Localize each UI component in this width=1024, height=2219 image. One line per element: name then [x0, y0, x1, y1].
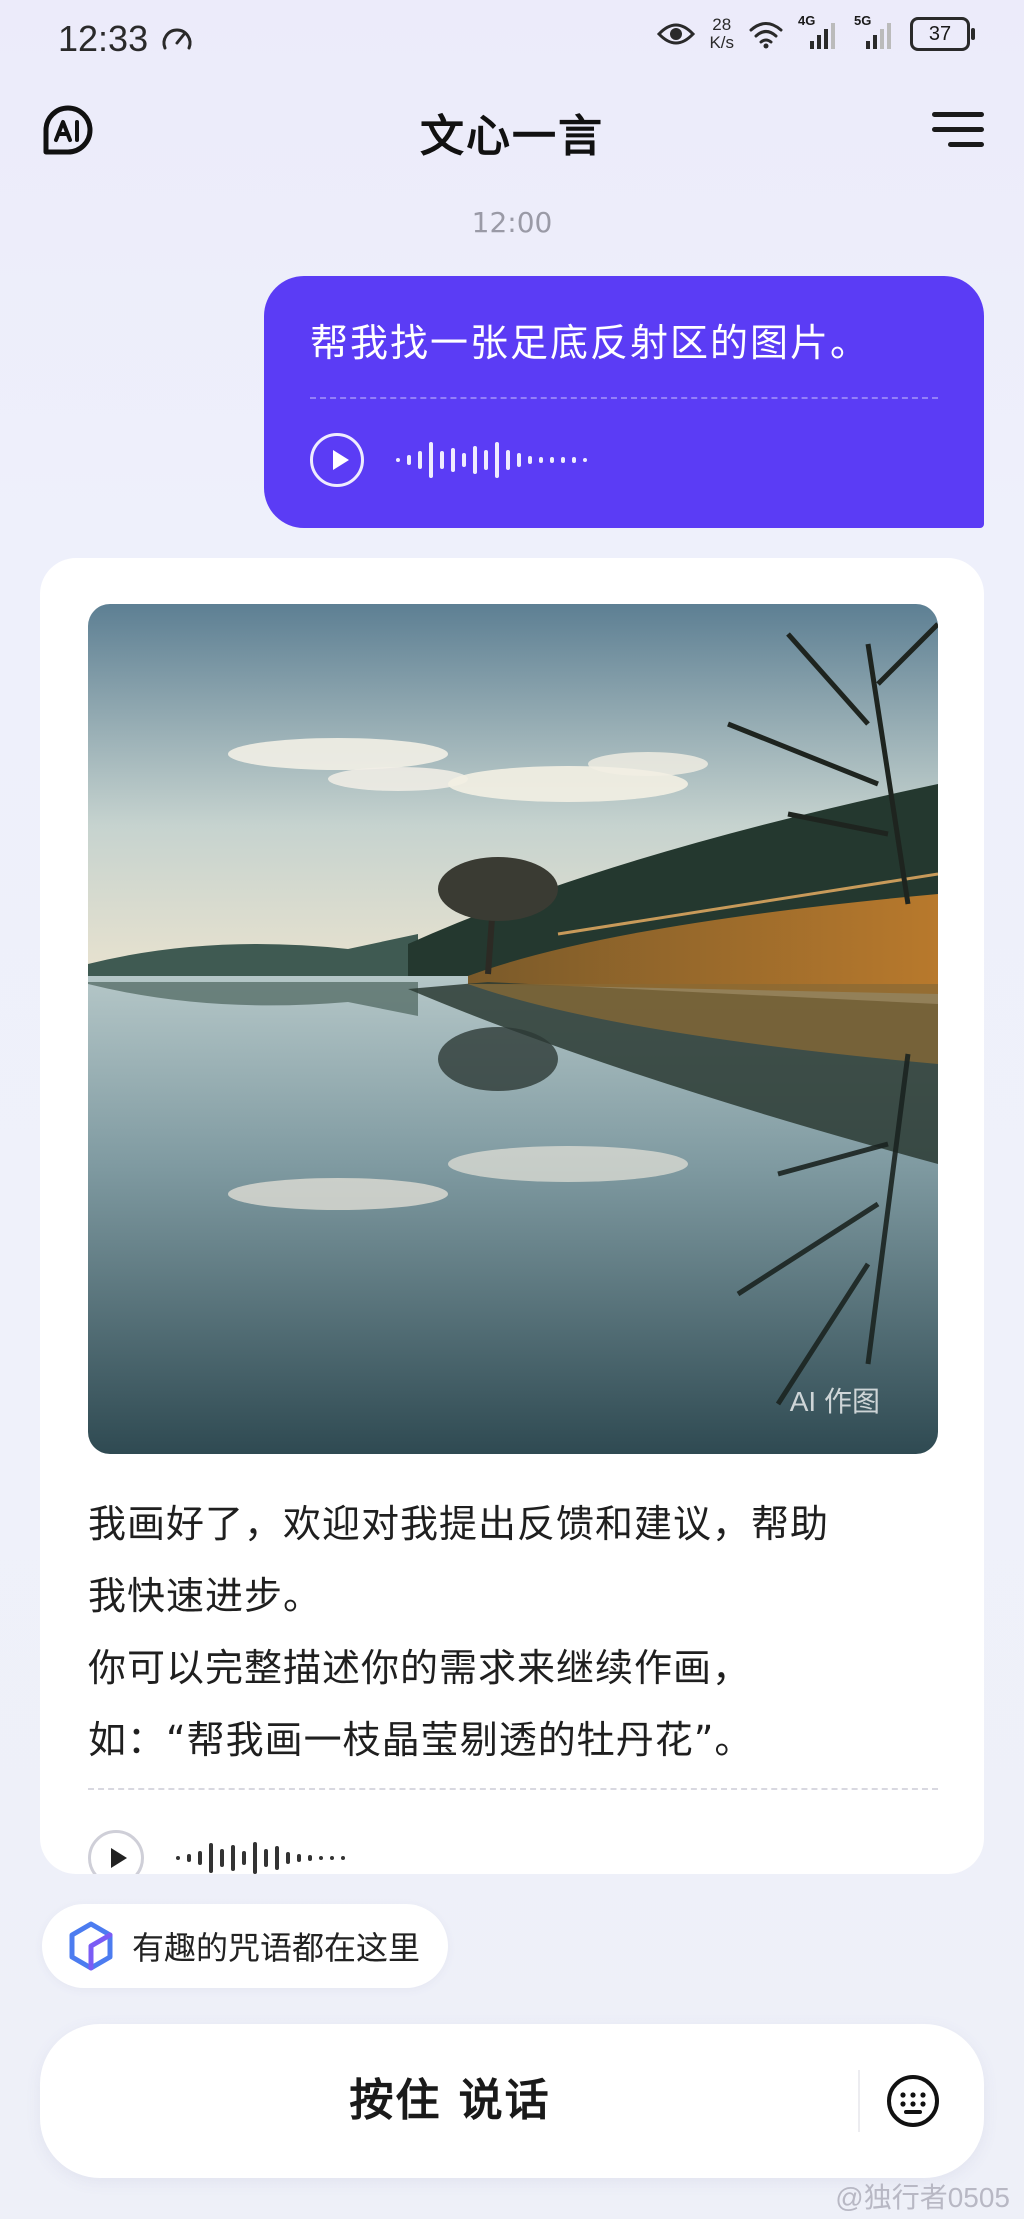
- waveform-bar: [275, 1846, 279, 1870]
- waveform-bar: [484, 450, 488, 470]
- waveform-bar: [209, 1843, 213, 1873]
- eye-icon: [657, 23, 696, 45]
- user-audio-player[interactable]: [310, 433, 938, 487]
- waveform-bar: [396, 458, 400, 462]
- waveform-bar: [264, 1849, 268, 1867]
- lake-landscape-illustration: [88, 604, 938, 1454]
- waveform-bar: [286, 1852, 290, 1864]
- menu-icon[interactable]: [932, 110, 984, 150]
- waveform-bar: [517, 453, 521, 467]
- ai-image-badge: AI 作图: [789, 1386, 880, 1417]
- waveform-bar: [473, 446, 477, 474]
- waveform-bar: [451, 448, 455, 472]
- waveform-bar: [506, 450, 510, 470]
- ai-reply-line: 我画好了，欢迎对我提出反馈和建议，帮助: [88, 1502, 830, 1546]
- ai-reply-line: 你可以完整描述你的需求来继续作画，: [88, 1646, 752, 1690]
- status-time: 12:33: [58, 18, 149, 59]
- waveform-bar: [330, 1856, 334, 1860]
- hold-to-talk-button[interactable]: 按住 说话: [40, 2024, 860, 2178]
- suggestion-chip-label: 有趣的咒语都在这里: [132, 1929, 421, 1967]
- waveform-bar: [253, 1842, 257, 1874]
- ai-audio-player[interactable]: [88, 1830, 345, 1874]
- waveform-bar: [341, 1856, 345, 1860]
- ai-reply-line: 如：“帮我画一枝晶莹剔透的牡丹花”。: [88, 1718, 754, 1762]
- signal-4g-icon: 4G: [798, 13, 840, 51]
- waveform-bar: [187, 1854, 191, 1862]
- ai-reply-line: 我快速进步。: [88, 1574, 323, 1618]
- waveform-bar: [242, 1851, 246, 1865]
- waveform-bar: [308, 1855, 312, 1861]
- waveform-bar: [561, 457, 565, 463]
- network-speed: 28 K/s: [709, 15, 734, 52]
- waveform-bar: [418, 451, 422, 469]
- ai-response-card: AI 作图 我画好了，欢迎对我提出反馈和建议，帮助 我快速进步。 你可以完整描述…: [40, 558, 984, 1874]
- suggestion-chip[interactable]: 有趣的咒语都在这里: [42, 1904, 449, 1988]
- waveform-bar: [572, 457, 576, 463]
- speed-gauge-icon: [162, 28, 192, 50]
- waveform-bar: [583, 458, 587, 462]
- generated-image[interactable]: AI 作图: [88, 604, 938, 1454]
- input-bar: 按住 说话: [40, 2024, 984, 2178]
- waveform-bar: [407, 455, 411, 465]
- waveform-bar: [462, 453, 466, 467]
- waveform-bar: [550, 457, 554, 463]
- waveform-bar: [429, 442, 433, 478]
- waveform-bar: [231, 1845, 235, 1871]
- waveform-bar: [176, 1856, 180, 1860]
- waveform-bar: [297, 1854, 301, 1862]
- input-bar-separator: [858, 2070, 860, 2132]
- message-timestamp: 12:00: [471, 206, 553, 239]
- status-indicators: 28 K/s 4G 5G 37: [657, 13, 975, 52]
- audio-waveform: [396, 442, 587, 478]
- page-title: 文心一言: [420, 111, 604, 162]
- ai-reply-text: 我画好了，欢迎对我提出反馈和建议，帮助 我快速进步。 你可以完整描述你的需求来继…: [88, 1488, 948, 1776]
- waveform-bar: [319, 1856, 323, 1860]
- play-icon[interactable]: [310, 433, 364, 487]
- waveform-bar: [539, 457, 543, 463]
- ai-card-divider: [88, 1788, 938, 1790]
- battery-indicator: 37: [910, 17, 975, 51]
- waveform-bar: [528, 456, 532, 464]
- waveform-bar: [198, 1851, 202, 1865]
- user-message-bubble[interactable]: 帮我找一张足底反射区的图片。: [264, 276, 984, 528]
- waveform-bar: [495, 442, 499, 478]
- bubble-divider: [310, 397, 938, 399]
- cube-icon: [69, 1921, 113, 1971]
- waveform-bar: [220, 1849, 224, 1867]
- signal-5g-icon: 5G: [854, 13, 896, 51]
- user-message-text: 帮我找一张足底反射区的图片。: [310, 321, 871, 365]
- audio-waveform: [176, 1842, 345, 1874]
- watermark-text: @独行者0505: [835, 2182, 1010, 2213]
- wifi-icon: [749, 22, 783, 49]
- play-icon[interactable]: [88, 1830, 144, 1874]
- waveform-bar: [440, 451, 444, 469]
- keyboard-icon[interactable]: [886, 2074, 940, 2128]
